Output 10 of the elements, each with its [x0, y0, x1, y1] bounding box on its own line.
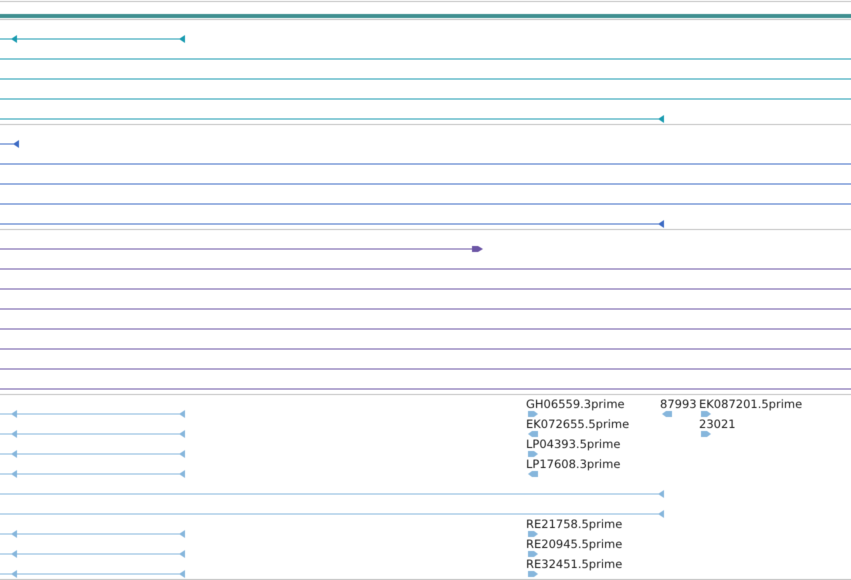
feature-label: LP17608.3prime: [526, 457, 620, 472]
feature-label: EK087201.5prime: [699, 397, 802, 412]
feature-label: LP04393.5prime: [526, 437, 620, 452]
feature-label: 23021: [699, 417, 736, 432]
feature-label: RE21758.5prime: [526, 517, 622, 532]
feature-label: 87993: [660, 397, 697, 412]
feature-label: GH06559.3prime: [526, 397, 625, 412]
feature-label: RE32451.5prime: [526, 557, 622, 572]
feature-label: EK072655.5prime: [526, 417, 630, 432]
feature-label: RE20945.5prime: [526, 537, 622, 552]
